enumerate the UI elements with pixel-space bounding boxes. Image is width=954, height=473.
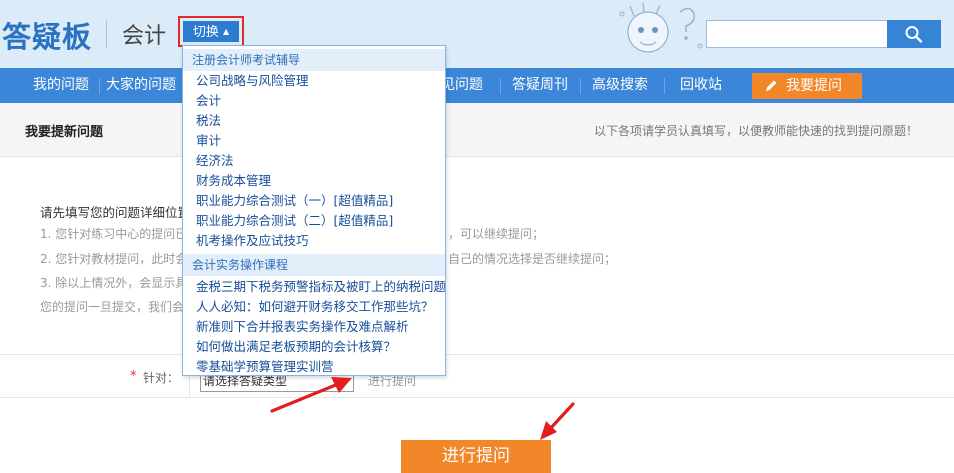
switch-button[interactable]: 切换 ▲ (183, 21, 239, 42)
header: 答疑板 会计 切换 ▲ (0, 0, 954, 68)
target-label: 针对： (143, 371, 180, 385)
required-mark: * (130, 369, 137, 384)
dropdown-item[interactable]: 审计 (196, 131, 444, 151)
ask-question-label: 我要提问 (786, 78, 842, 94)
dropdown-item[interactable]: 公司战略与风险管理 (196, 71, 444, 91)
dropdown-item[interactable]: 人人必知：如何避开财务移交工作那些坑？ (196, 297, 444, 317)
logo-divider (106, 20, 107, 48)
notice-line-2-tail: 自己的情况选择是否继续提问； (448, 252, 617, 266)
dropdown-item[interactable]: 金税三期下税务预警指标及被盯上的纳税问题 (196, 277, 445, 297)
ask-question-button[interactable]: 我要提问 (752, 73, 862, 99)
logo: 答疑板 (2, 20, 93, 54)
caret-up-icon: ▲ (223, 27, 230, 36)
app-root: 答疑板 会计 切换 ▲ 我的问题 大家的问题 见问题 答疑周刊 高级搜索 回收站… (0, 0, 954, 473)
dropdown-item[interactable]: 会计 (196, 91, 444, 111)
dropdown-item[interactable]: 机考操作及应试技巧 (196, 231, 444, 251)
page-tip: 以下各项请学员认真填写，以便教师能快速的找到提问原题！ (593, 124, 918, 138)
notice-line-1-tail: ，可以继续提问； (448, 227, 545, 241)
notice-line-4: 您的提问一旦提交，我们会 (40, 300, 185, 314)
select-value: 请选择答疑类型 (203, 374, 288, 388)
nav-common-questions[interactable]: 见问题 (441, 68, 483, 103)
search-button[interactable] (887, 20, 941, 48)
pencil-icon (766, 80, 777, 91)
page-title: 我要提新问题 (25, 125, 104, 140)
nav-separator (580, 78, 581, 94)
search-input[interactable] (706, 20, 888, 48)
dropdown-item[interactable]: 新准则下合并报表实务操作及难点解析 (196, 317, 444, 337)
subject-title: 会计 (122, 24, 167, 49)
switch-highlight-box: 切换 ▲ (178, 16, 244, 47)
dropdown-item[interactable]: 职业能力综合测试（一）[超值精品] (196, 191, 444, 211)
nav-everyone-questions[interactable]: 大家的问题 (106, 68, 176, 103)
notice-line-3: 3. 除以上情况外，会显示具 (40, 276, 188, 290)
main-nav: 我的问题 大家的问题 见问题 答疑周刊 高级搜索 回收站 我要提问 (0, 68, 954, 103)
dropdown-group-practice: 会计实务操作课程 (183, 254, 445, 276)
cartoon-mascot-icon (619, 2, 703, 53)
switch-label: 切换 (192, 25, 219, 40)
nav-recycle-bin[interactable]: 回收站 (680, 68, 722, 103)
notice-heading: 请先填写您的问题详细位置 (40, 205, 191, 220)
nav-separator (500, 78, 501, 94)
notice-line-1: 1. 您针对练习中心的提问已 (40, 227, 188, 241)
nav-advanced-search[interactable]: 高级搜索 (592, 68, 648, 103)
subject-switch-dropdown: 注册会计师考试辅导 公司战略与风险管理 会计 税法 审计 经济法 财务成本管理 … (182, 45, 446, 376)
dropdown-item[interactable]: 零基础学预算管理实训营 (196, 357, 444, 375)
dropdown-item[interactable]: 经济法 (196, 151, 444, 171)
arrow-to-submit-icon (540, 402, 575, 440)
notice-line-2: 2. 您针对教材提问，此时会 (40, 252, 188, 266)
form-label-cell: * 针对： (0, 355, 190, 397)
dropdown-item[interactable]: 职业能力综合测试（二）[超值精品] (196, 211, 444, 231)
search-icon (905, 26, 923, 43)
dropdown-item[interactable]: 如何做出满足老板预期的会计核算？ (196, 337, 444, 357)
nav-separator (664, 78, 665, 94)
dropdown-item[interactable]: 税法 (196, 111, 444, 131)
nav-my-questions[interactable]: 我的问题 (33, 68, 89, 103)
dropdown-group-cpa: 注册会计师考试辅导 (183, 49, 445, 71)
nav-separator (99, 78, 100, 94)
dropdown-item[interactable]: 财务成本管理 (196, 171, 444, 191)
submit-question-button[interactable]: 进行提问 (401, 440, 551, 473)
chevron-down-icon (341, 378, 349, 383)
page-title-bar: 我要提新问题 以下各项请学员认真填写，以便教师能快速的找到提问原题！ (0, 103, 954, 157)
form-row-target: * 针对： 请选择答疑类型 进行提问 (0, 354, 954, 398)
nav-weekly[interactable]: 答疑周刊 (512, 68, 568, 103)
